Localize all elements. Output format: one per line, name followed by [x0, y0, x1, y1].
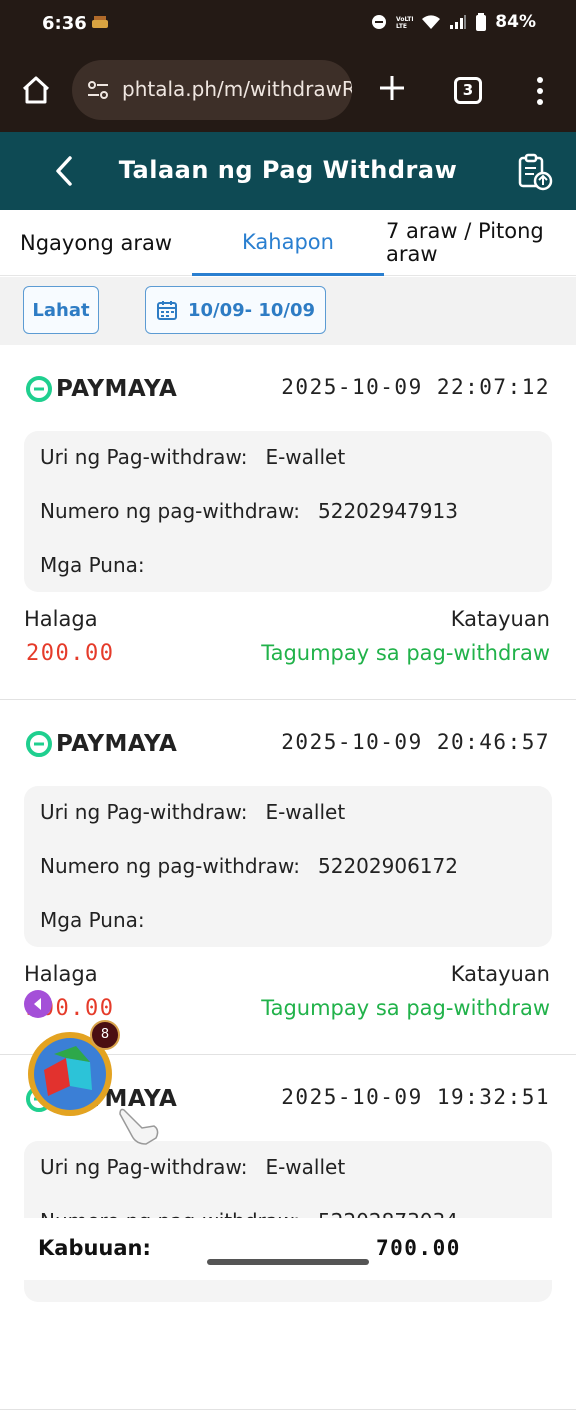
address-bar[interactable]: phtala.ph/m/withdrawRe — [72, 60, 352, 120]
withdraw-type-row: Uri ng Pag-withdraw: E-wallet — [40, 445, 345, 469]
number-label: Numero ng pag-withdraw: — [40, 854, 300, 878]
page-title: Talaan ng Pag Withdraw — [118, 156, 458, 184]
number-value: 52202947913 — [318, 499, 458, 523]
amount-label: Halaga — [24, 962, 98, 986]
tab-switcher-button[interactable]: 3 — [454, 77, 482, 104]
new-tab-icon[interactable] — [376, 72, 408, 104]
battery-percent: 84% — [495, 12, 536, 32]
wifi-icon — [422, 15, 441, 29]
tab-today[interactable]: Ngayong araw — [20, 210, 172, 276]
type-value: E-wallet — [265, 800, 346, 824]
paymaya-logo: PAYMAYA — [26, 731, 177, 757]
brand-name: PAYMAYA — [56, 731, 178, 757]
withdraw-record: PAYMAYA 2025-10-09 20:46:57 Uri ng Pag-w… — [0, 700, 576, 1055]
type-value: E-wallet — [265, 445, 346, 469]
remarks-row: Mga Puna: — [40, 553, 145, 577]
svg-text:VoLTE: VoLTE — [396, 16, 413, 23]
calendar-icon — [156, 301, 177, 320]
number-label: Numero ng pag-withdraw: — [40, 499, 300, 523]
status-icons: VoLTELTE 84% — [371, 12, 536, 32]
number-value: 52202906172 — [318, 854, 458, 878]
withdraw-number-row: Numero ng pag-withdraw: 52202947913 — [40, 499, 458, 523]
status-time: 6:36 — [42, 13, 87, 34]
home-icon[interactable] — [20, 74, 52, 106]
remarks-label: Mga Puna: — [40, 553, 145, 577]
withdraw-record: PAYMAYA 2025-10-09 22:07:12 Uri ng Pag-w… — [0, 345, 576, 700]
type-value: E-wallet — [265, 1155, 346, 1179]
remarks-row: Mga Puna: — [40, 908, 145, 932]
notification-count-badge: 8 — [90, 1020, 120, 1050]
withdraw-type-row: Uri ng Pag-withdraw: E-wallet — [40, 800, 345, 824]
type-label: Uri ng Pag-withdraw: — [40, 1155, 248, 1179]
signal-icon — [450, 15, 467, 29]
total-footer: Kabuuan: 700.00 — [0, 1218, 576, 1280]
notification-app-icon — [92, 16, 108, 28]
more-menu-icon[interactable] — [532, 76, 548, 106]
volte-icon: VoLTELTE — [396, 16, 413, 30]
status-value: Tagumpay sa pag-withdraw — [261, 641, 550, 665]
brand-name: PAYMAYA — [56, 376, 178, 402]
tab-7-days[interactable]: 7 araw / Pitong araw — [386, 210, 566, 276]
filter-bar: Lahat 10/09- 10/09 — [0, 277, 576, 345]
record-details: Uri ng Pag-withdraw: E-wallet Numero ng p… — [24, 786, 552, 947]
status-bar: 6:36 VoLTELTE 84% — [0, 0, 576, 48]
type-label: Uri ng Pag-withdraw: — [40, 445, 248, 469]
record-datetime: 2025-10-09 22:07:12 — [281, 375, 550, 399]
clipboard-upload-icon[interactable] — [514, 152, 554, 192]
app-header: Talaan ng Pag Withdraw — [0, 132, 576, 210]
site-settings-icon[interactable] — [86, 78, 110, 102]
total-value: 700.00 — [376, 1236, 461, 1260]
status-label: Katayuan — [450, 962, 550, 986]
svg-text:LTE: LTE — [396, 23, 407, 30]
withdraw-type-row: Uri ng Pag-withdraw: E-wallet — [40, 1155, 345, 1179]
url-text: phtala.ph/m/withdrawRe — [122, 77, 352, 101]
withdraw-number-row: Numero ng pag-withdraw: 52202906172 — [40, 854, 458, 878]
period-tabs: Ngayong araw Kahapon 7 araw / Pitong ara… — [0, 210, 576, 276]
battery-icon — [476, 13, 487, 31]
amount-value: 200.00 — [26, 641, 115, 666]
record-details: Uri ng Pag-withdraw: E-wallet Numero ng p… — [24, 431, 552, 592]
gesture-bar — [207, 1259, 369, 1265]
total-label: Kabuuan: — [38, 1236, 151, 1260]
status-value: Tagumpay sa pag-withdraw — [261, 996, 550, 1020]
type-label: Uri ng Pag-withdraw: — [40, 800, 248, 824]
remarks-label: Mga Puna: — [40, 908, 145, 932]
amount-label: Halaga — [24, 607, 98, 631]
paymaya-logo: PAYMAYA — [26, 376, 177, 402]
record-datetime: 2025-10-09 20:46:57 — [281, 730, 550, 754]
widget-collapse-button[interactable] — [24, 990, 52, 1018]
status-label: Katayuan — [450, 607, 550, 631]
date-range-button[interactable]: 10/09- 10/09 — [145, 286, 326, 334]
dnd-icon — [372, 15, 387, 29]
record-datetime: 2025-10-09 19:32:51 — [281, 1085, 550, 1109]
all-filter-button[interactable]: Lahat — [23, 286, 99, 334]
tab-yesterday[interactable]: Kahapon — [192, 210, 384, 276]
paymaya-icon — [26, 731, 52, 757]
pointing-hand-icon — [119, 1108, 159, 1145]
browser-toolbar: phtala.ph/m/withdrawRe 3 — [0, 48, 576, 132]
date-range-text: 10/09- 10/09 — [187, 299, 316, 321]
chevron-left-icon — [34, 998, 41, 1010]
paymaya-icon — [26, 376, 52, 402]
